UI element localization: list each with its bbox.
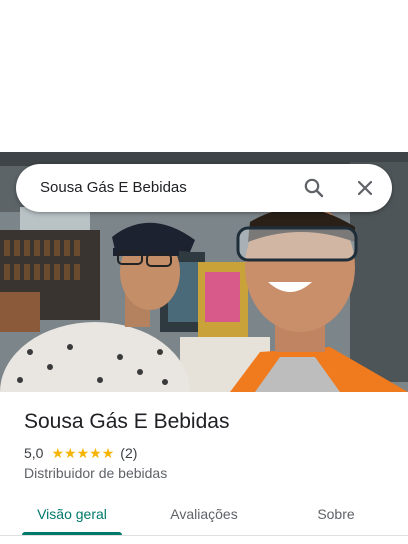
blank-header-area — [0, 0, 408, 152]
star-icon: ★ — [64, 445, 77, 461]
tabs-divider — [0, 535, 408, 536]
tab-overview[interactable]: Visão geral — [22, 494, 122, 534]
star-icon: ★ — [76, 445, 90, 461]
review-count[interactable]: (2) — [120, 445, 137, 461]
place-tabs: Visão geral Avaliações Sobre — [0, 494, 408, 544]
rating-row[interactable]: 5,0 ★ ★ ★ ★ ★ (2) — [24, 443, 137, 463]
search-icon[interactable] — [302, 176, 326, 200]
star-icon: ★ — [89, 445, 102, 461]
tab-reviews[interactable]: Avaliações — [154, 494, 254, 534]
search-bar[interactable]: Sousa Gás E Bebidas — [16, 164, 392, 212]
star-rating: ★ ★ ★ ★ ★ — [51, 446, 114, 460]
close-icon[interactable] — [353, 176, 377, 200]
star-icon: ★ — [101, 445, 115, 461]
star-icon: ★ — [51, 445, 65, 461]
search-input[interactable]: Sousa Gás E Bebidas — [40, 164, 187, 212]
tab-about[interactable]: Sobre — [296, 494, 376, 534]
rating-value: 5,0 — [24, 445, 44, 461]
place-title: Sousa Gás E Bebidas — [24, 410, 230, 433]
place-category: Distribuidor de bebidas — [24, 465, 168, 481]
